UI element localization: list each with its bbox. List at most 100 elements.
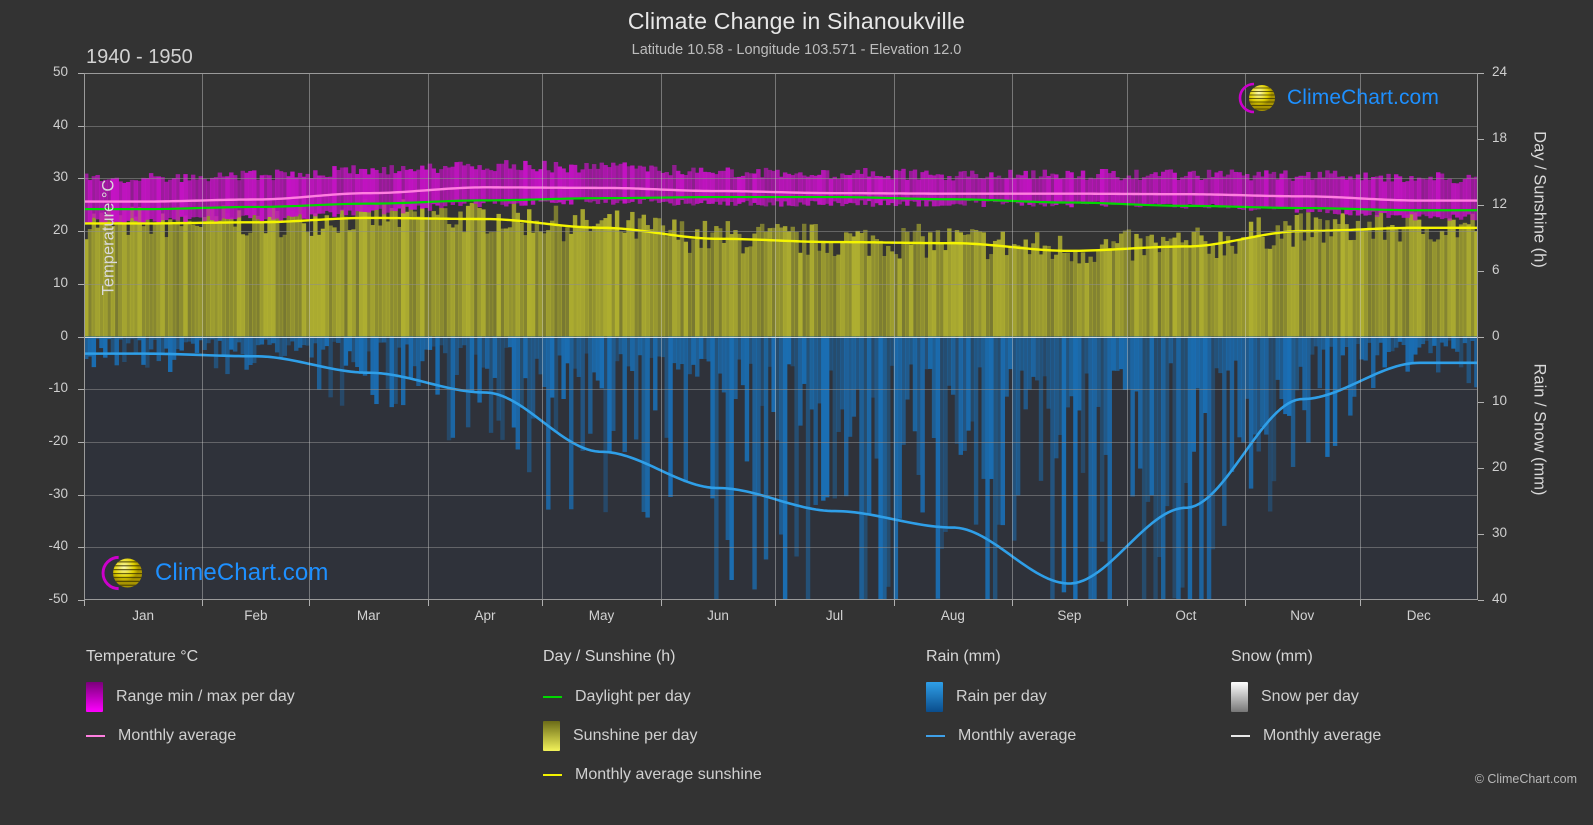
legend-item[interactable]: Rain per day: [926, 682, 1076, 712]
tick-mark: [1478, 534, 1484, 536]
climechart-watermark-bottom: ClimeChart.com: [93, 552, 328, 594]
y-axis-left-label: Temperature °C: [99, 179, 118, 296]
climechart-sphere-logo: [1238, 82, 1275, 114]
legend-line: [543, 774, 562, 776]
y-axis-right-top-tick: 24: [1492, 64, 1508, 79]
legend-item[interactable]: Monthly average: [1231, 721, 1381, 751]
tick-mark: [1478, 402, 1484, 404]
legend-column-temperature: Temperature °C Range min / max per day Mon…: [86, 648, 295, 760]
legend-label: Monthly average: [1263, 727, 1382, 744]
tick-mark: [1478, 73, 1484, 74]
tick-mark: [78, 73, 84, 74]
legend-label: Snow per day: [1261, 688, 1359, 705]
x-axis-tick-nov: Nov: [1290, 608, 1315, 623]
tick-mark: [78, 336, 84, 338]
y-axis-left-tick: 20: [52, 222, 68, 238]
legend-line: [86, 735, 105, 737]
x-axis-tick-oct: Oct: [1175, 608, 1197, 623]
tick-mark: [660, 600, 662, 606]
gridline-horizontal: [84, 441, 1478, 443]
gridline-horizontal: [84, 178, 1478, 180]
y-axis-left-tick: -30: [48, 485, 68, 501]
tick-mark: [78, 547, 84, 549]
legend-label: Daylight per day: [575, 688, 691, 705]
tick-mark: [1359, 600, 1361, 606]
legend-heading: Snow (mm): [1231, 648, 1313, 665]
sunshine-daily-bars: [84, 198, 1478, 337]
legend-column-snow: Snow (mm) Snow per day Monthly average: [1231, 648, 1381, 760]
y-axis-right-top-tick: 12: [1492, 195, 1508, 211]
legend-line-swatch: [86, 735, 105, 737]
legend-label: Rain per day: [956, 688, 1047, 705]
legend-heading: Temperature °C: [86, 648, 199, 665]
x-axis-tick-jun: Jun: [707, 608, 729, 623]
y-axis-left-tick: 10: [52, 274, 68, 290]
legend-item[interactable]: Sunshine per day: [543, 721, 762, 751]
tick-mark: [78, 441, 84, 443]
gridline-vertical: [1012, 73, 1014, 600]
y-axis-right-bottom-tick: 30: [1492, 525, 1508, 541]
legend-column-sunshine: Day / Sunshine (h) Daylight per day Sunshi…: [543, 648, 762, 799]
x-axis-tick-feb: Feb: [244, 608, 268, 623]
gridline-vertical: [427, 73, 429, 600]
tick-mark: [1478, 138, 1484, 140]
legend-swatch: [926, 682, 943, 712]
tick-mark: [893, 600, 895, 606]
climechart-watermark-top: ClimeChart.com: [1231, 80, 1439, 116]
gridline-vertical: [660, 73, 662, 600]
legend-line: [1231, 735, 1250, 737]
y-axis-left-tick: 40: [52, 116, 68, 132]
tick-mark: [1478, 270, 1484, 272]
y-axis-left-tick: 50: [52, 64, 68, 79]
y-axis-right-top-tick: 0: [1492, 327, 1500, 343]
tick-mark: [202, 600, 204, 606]
page-title: Climate Change in Sihanoukville: [627, 8, 966, 34]
climechart-logo-text: ClimeChart.com: [1287, 86, 1439, 109]
y-axis-right-bottom-tick: 20: [1492, 459, 1508, 475]
y-axis-left-tick: -50: [48, 591, 68, 606]
y-axis-left-tick: 30: [52, 169, 68, 185]
y-axis-right-top-tick: 6: [1492, 261, 1500, 277]
legend-item[interactable]: Daylight per day: [543, 682, 762, 712]
legend-swatch: [86, 682, 103, 712]
legend-item[interactable]: Monthly average sunshine: [543, 760, 762, 790]
tick-mark: [775, 600, 777, 606]
gridline-vertical: [309, 73, 311, 600]
tick-mark: [78, 231, 84, 233]
y-axis-right-bottom-label: Rain / Snow (mm): [1530, 363, 1549, 496]
legend-line-swatch: [543, 696, 562, 698]
x-axis-tick-sep: Sep: [1057, 608, 1082, 623]
gridline-vertical: [1126, 73, 1128, 600]
tick-mark: [1478, 336, 1484, 338]
copyright-text: © ClimeChart.com: [1474, 772, 1577, 786]
gridline-vertical: [202, 73, 204, 600]
tick-mark: [1012, 600, 1014, 606]
tick-mark: [84, 600, 85, 606]
legend-item[interactable]: Snow per day: [1231, 682, 1381, 712]
legend-item[interactable]: Range min / max per day: [86, 682, 295, 712]
gridline-horizontal: [84, 494, 1478, 496]
tick-mark: [427, 600, 429, 606]
legend-label: Monthly average sunshine: [575, 766, 762, 783]
legend-label: Monthly average: [118, 727, 237, 744]
climechart-logo-text: ClimeChart.com: [155, 559, 329, 586]
gridline-horizontal: [84, 389, 1478, 391]
legend-line-swatch: [1231, 735, 1250, 737]
legend-item[interactable]: Monthly average: [926, 721, 1076, 751]
legend-label: Monthly average: [958, 727, 1077, 744]
legend-item[interactable]: Monthly average: [86, 721, 295, 751]
gridline-horizontal: [84, 283, 1478, 285]
legend-line-swatch: [926, 735, 945, 737]
y-axis-left-tick: 0: [60, 327, 68, 343]
y-axis-right-bottom-tick: 40: [1492, 591, 1508, 606]
tick-mark: [78, 125, 84, 127]
legend-heading: Day / Sunshine (h): [543, 648, 676, 665]
climate-chart-plot: [84, 73, 1478, 600]
legend-swatch: [543, 721, 560, 751]
gridline-vertical: [542, 73, 544, 600]
x-axis-tick-jul: Jul: [825, 608, 844, 623]
legend-label: Range min / max per day: [116, 688, 295, 705]
gridline-vertical: [1245, 73, 1247, 600]
zero-baseline: [84, 336, 1478, 338]
y-axis-left-tick: -20: [48, 432, 68, 448]
